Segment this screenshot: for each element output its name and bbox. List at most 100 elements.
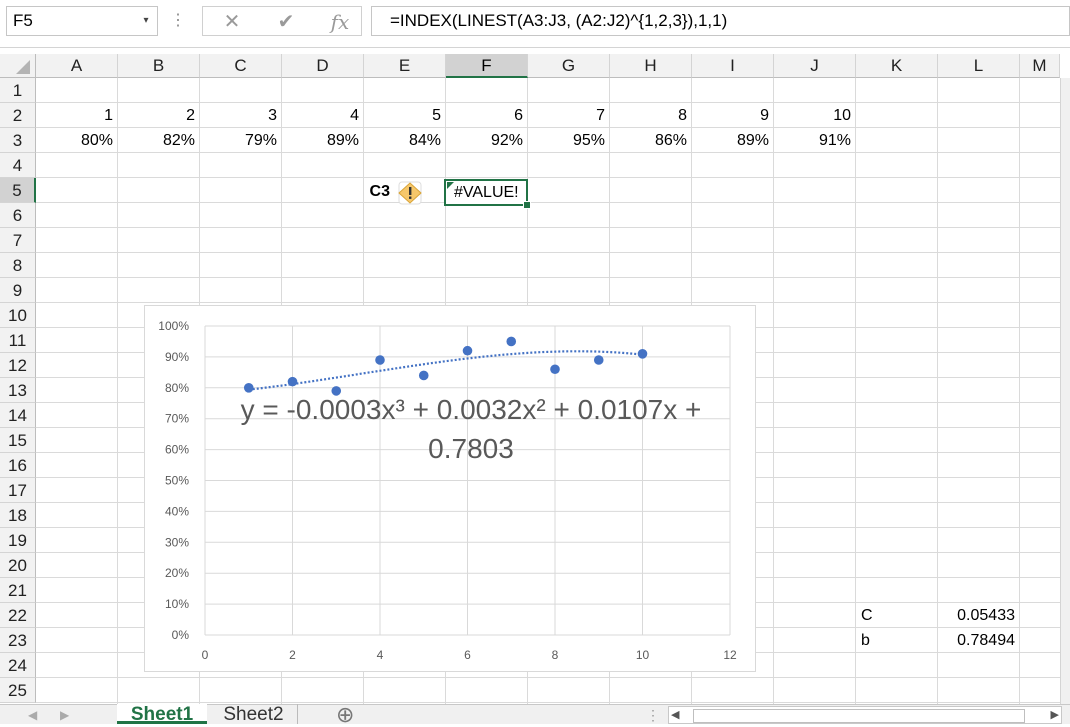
tab-sheet2[interactable]: Sheet2: [210, 704, 298, 725]
row-header-25[interactable]: 25: [0, 678, 36, 703]
row-header-6[interactable]: 6: [0, 203, 36, 228]
gridline-h: [36, 252, 1060, 253]
column-header-h[interactable]: H: [610, 54, 692, 78]
cell-d2[interactable]: 4: [282, 103, 364, 128]
cell-c2[interactable]: 3: [200, 103, 282, 128]
cell-g3[interactable]: 95%: [528, 128, 610, 153]
cell-f2[interactable]: 6: [446, 103, 528, 128]
cell-e5-label[interactable]: C3: [364, 179, 392, 204]
x-tick-label: 4: [377, 648, 384, 662]
column-header-g[interactable]: G: [528, 54, 610, 78]
gridline-h: [36, 277, 1060, 278]
scroll-right-icon[interactable]: ▶: [1051, 707, 1059, 723]
cell-a3[interactable]: 80%: [36, 128, 118, 153]
column-header-m[interactable]: M: [1020, 54, 1060, 78]
y-tick-label: 20%: [165, 566, 189, 580]
cell-a2[interactable]: 1: [36, 103, 118, 128]
scatter-chart[interactable]: 0% 10% 20% 30% 40% 50% 60% 70% 80% 90% 100% 0 2 4 6 8 10…: [144, 305, 756, 672]
cell-b3[interactable]: 82%: [118, 128, 200, 153]
column-header-b[interactable]: B: [118, 54, 200, 78]
column-header-l[interactable]: L: [938, 54, 1020, 78]
cell-e3[interactable]: 84%: [364, 128, 446, 153]
data-point: [287, 376, 298, 387]
cell-i3[interactable]: 89%: [692, 128, 774, 153]
row-header-23[interactable]: 23: [0, 628, 36, 653]
column-header-e[interactable]: E: [364, 54, 446, 78]
column-header-a[interactable]: A: [36, 54, 118, 78]
cell-i2[interactable]: 9: [692, 103, 774, 128]
cell-h3[interactable]: 86%: [610, 128, 692, 153]
cell-j3[interactable]: 91%: [774, 128, 856, 153]
y-tick-label: 70%: [165, 412, 189, 426]
row-header-18[interactable]: 18: [0, 503, 36, 528]
add-sheet-icon[interactable]: ⊕: [336, 703, 354, 727]
tab-scroll-right-icon[interactable]: ▶: [60, 705, 69, 725]
tab-scroll-left-icon[interactable]: ◀: [28, 705, 37, 725]
tab-sheet1[interactable]: Sheet1: [117, 704, 207, 725]
row-header-17[interactable]: 17: [0, 478, 36, 503]
formula-input[interactable]: =INDEX(LINEST(A3:J3, (A2:J2)^{1,2,3}),1,…: [371, 6, 1070, 36]
scroll-left-icon[interactable]: ◀: [671, 707, 679, 723]
row-header-4[interactable]: 4: [0, 153, 36, 178]
cell-l23[interactable]: 0.78494: [938, 628, 1020, 653]
chevron-down-icon[interactable]: ▾: [136, 6, 156, 36]
row-header-21[interactable]: 21: [0, 578, 36, 603]
cell-f3[interactable]: 92%: [446, 128, 528, 153]
enter-icon[interactable]: ✔: [271, 7, 301, 37]
row-header-22[interactable]: 22: [0, 603, 36, 628]
fill-handle[interactable]: [523, 201, 531, 209]
row-header-9[interactable]: 9: [0, 278, 36, 303]
trendline-equation: y = -0.0003x³ + 0.0032x² + 0.0107x +: [241, 394, 702, 425]
cell-d3[interactable]: 89%: [282, 128, 364, 153]
column-header-k[interactable]: K: [856, 54, 938, 78]
gridline-h: [36, 177, 1060, 178]
row-header-16[interactable]: 16: [0, 453, 36, 478]
data-point: [506, 336, 517, 347]
column-header-j[interactable]: J: [774, 54, 856, 78]
x-tick-label: 6: [464, 648, 471, 662]
gridline-h: [36, 227, 1060, 228]
cell-l22[interactable]: 0.05433: [938, 603, 1020, 628]
row-header-13[interactable]: 13: [0, 378, 36, 403]
row-header-8[interactable]: 8: [0, 253, 36, 278]
cell-j2[interactable]: 10: [774, 103, 856, 128]
gridline-v: [117, 78, 118, 704]
select-all-corner[interactable]: [0, 54, 36, 78]
column-header-d[interactable]: D: [282, 54, 364, 78]
cell-c3[interactable]: 79%: [200, 128, 282, 153]
drag-handle-icon[interactable]: ⋮: [646, 705, 660, 725]
row-header-10[interactable]: 10: [0, 303, 36, 328]
row-header-1[interactable]: 1: [0, 78, 36, 103]
column-header-c[interactable]: C: [200, 54, 282, 78]
cancel-icon[interactable]: ✕: [217, 7, 247, 37]
gridline-h: [36, 202, 1060, 203]
cell-e2[interactable]: 5: [364, 103, 446, 128]
row-header-14[interactable]: 14: [0, 403, 36, 428]
column-header-i[interactable]: I: [692, 54, 774, 78]
cell-b2[interactable]: 2: [118, 103, 200, 128]
row-header-3[interactable]: 3: [0, 128, 36, 153]
column-header-f[interactable]: F: [446, 54, 528, 78]
cell-g2[interactable]: 7: [528, 103, 610, 128]
scroll-thumb[interactable]: [693, 709, 1025, 723]
row-header-2[interactable]: 2: [0, 103, 36, 128]
row-header-11[interactable]: 11: [0, 328, 36, 353]
row-header-12[interactable]: 12: [0, 353, 36, 378]
row-header-19[interactable]: 19: [0, 528, 36, 553]
active-cell-f5[interactable]: #VALUE!: [444, 179, 531, 209]
cell-k23[interactable]: b: [856, 628, 938, 653]
cell-k22[interactable]: C: [856, 603, 938, 628]
row-header-7[interactable]: 7: [0, 228, 36, 253]
row-header-20[interactable]: 20: [0, 553, 36, 578]
row-header-24[interactable]: 24: [0, 653, 36, 678]
row-header-15[interactable]: 15: [0, 428, 36, 453]
drag-handle-icon[interactable]: ⋮: [170, 6, 186, 36]
cell-h2[interactable]: 8: [610, 103, 692, 128]
insert-function-icon[interactable]: fx: [325, 7, 355, 37]
row-header-5[interactable]: 5: [0, 178, 36, 203]
warning-diamond-icon[interactable]: [396, 180, 424, 206]
horizontal-scrollbar[interactable]: ◀ ▶: [668, 706, 1062, 724]
data-point: [593, 355, 604, 365]
vertical-scrollbar[interactable]: [1060, 78, 1070, 704]
trendline-equation-constant: 0.7803: [428, 433, 514, 464]
